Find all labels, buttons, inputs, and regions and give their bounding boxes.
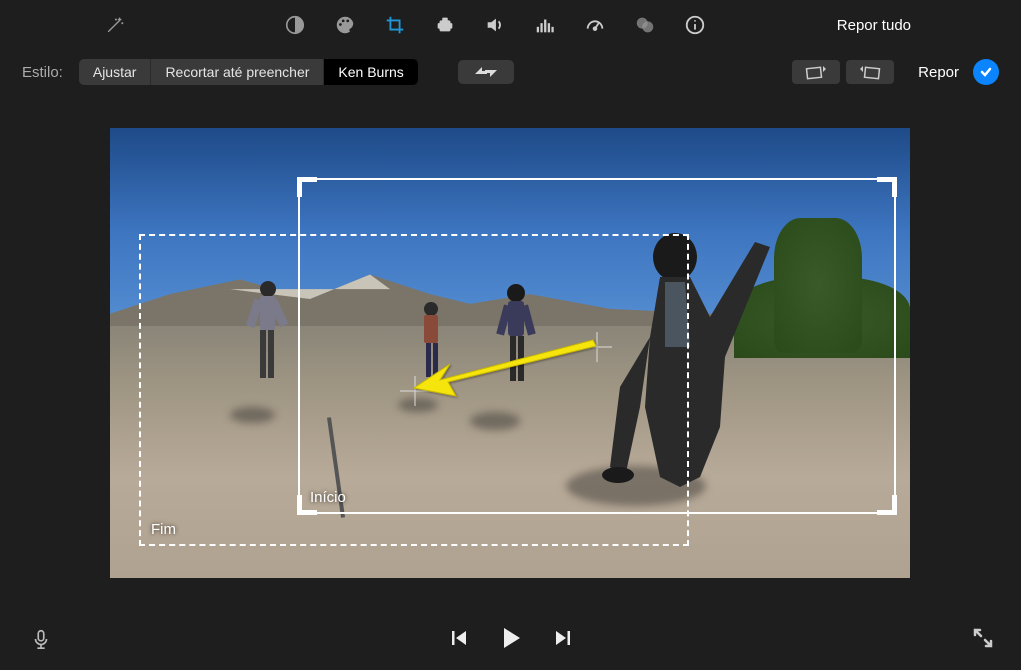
info-icon[interactable] (670, 5, 720, 45)
fit-button[interactable]: Ajustar (79, 59, 152, 85)
fullscreen-icon[interactable] (971, 626, 995, 653)
stabilize-icon[interactable] (420, 5, 470, 45)
rotate-cw-button[interactable] (846, 60, 894, 84)
style-label: Estilo: (22, 64, 63, 81)
crop-to-fill-button[interactable]: Recortar até preencher (151, 59, 324, 85)
equalizer-icon[interactable] (520, 5, 570, 45)
crop-options-bar: Estilo: Ajustar Recortar até preencher K… (0, 50, 1021, 94)
crop-right-controls: Repor (792, 59, 999, 85)
contrast-icon[interactable] (270, 5, 320, 45)
play-button[interactable] (498, 625, 524, 654)
magic-wand-icon[interactable] (90, 5, 140, 45)
main-toolbar: Repor tudo (0, 0, 1021, 50)
playback-bar (0, 608, 1021, 670)
microphone-icon[interactable] (26, 619, 56, 659)
rotate-ccw-button[interactable] (792, 60, 840, 84)
reset-crop-button[interactable]: Repor (918, 64, 959, 81)
frame-corner-handle[interactable] (877, 495, 897, 515)
speed-icon[interactable] (570, 5, 620, 45)
end-frame-label: Fim (151, 521, 176, 538)
previous-frame-button[interactable] (450, 629, 468, 650)
volume-icon[interactable] (470, 5, 520, 45)
reset-all-button[interactable]: Repor tudo (837, 17, 1001, 34)
ken-burns-end-frame[interactable]: Fim (139, 234, 689, 546)
swap-frames-button[interactable] (458, 60, 514, 84)
apply-crop-button[interactable] (973, 59, 999, 85)
frame-corner-handle[interactable] (877, 177, 897, 197)
crop-style-segmented: Ajustar Recortar até preencher Ken Burns (79, 59, 418, 85)
crop-icon[interactable] (370, 5, 420, 45)
overlay-icon[interactable] (620, 5, 670, 45)
color-palette-icon[interactable] (320, 5, 370, 45)
frame-corner-handle[interactable] (297, 177, 317, 197)
ken-burns-button[interactable]: Ken Burns (324, 59, 417, 85)
next-frame-button[interactable] (554, 629, 572, 650)
